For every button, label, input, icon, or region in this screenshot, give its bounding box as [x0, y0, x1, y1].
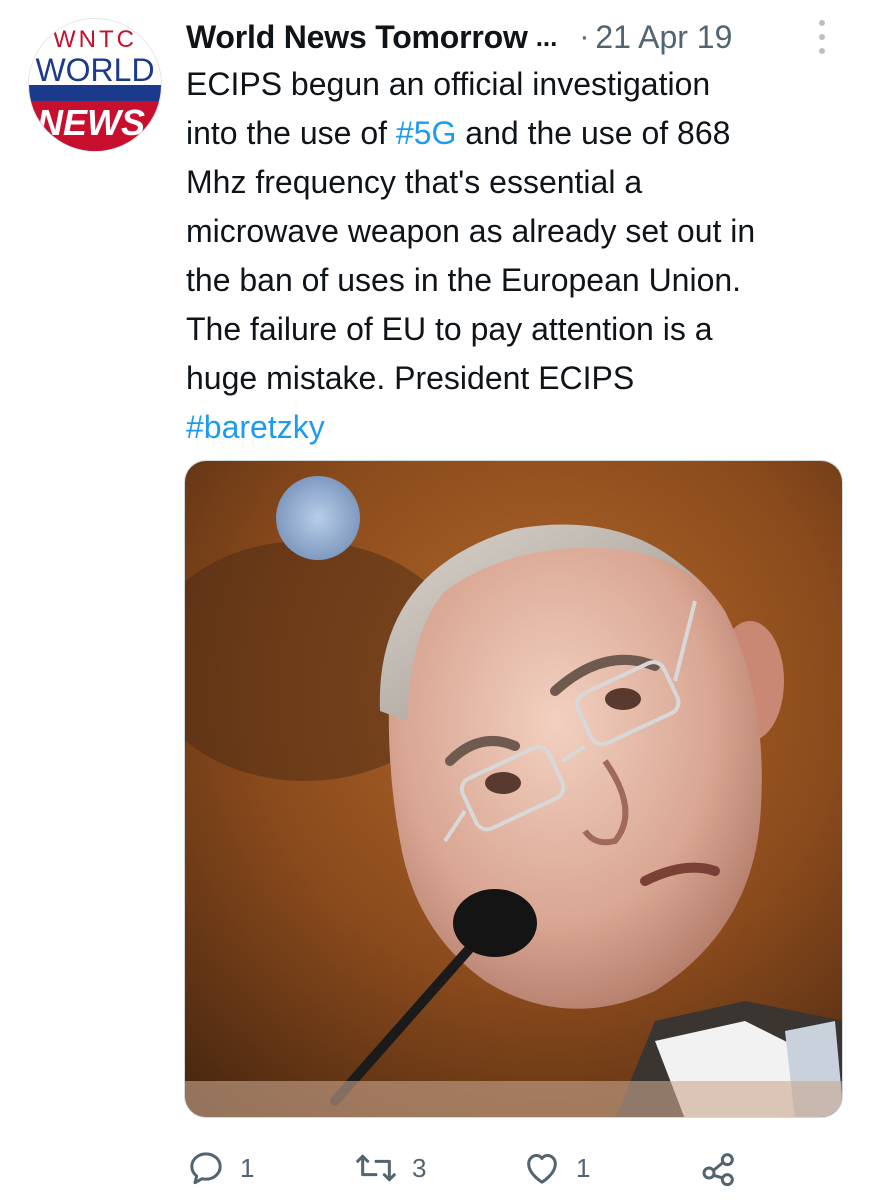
reply-button[interactable]: 1 — [186, 1146, 254, 1190]
reply-icon — [190, 1152, 222, 1185]
tweet-photo[interactable] — [184, 460, 843, 1118]
tweet-text-line: huge mistake. President ECIPS — [186, 354, 836, 403]
tweet-text-segment: ECIPS begun an official investigation — [186, 66, 711, 102]
tweet-text-segment: the ban of uses in the European Union. — [186, 262, 742, 298]
tweet-date[interactable]: 21 Apr 19 — [595, 19, 732, 56]
share-button[interactable] — [698, 1146, 740, 1190]
heart-icon — [527, 1154, 557, 1184]
hashtag-link[interactable]: #baretzky — [186, 409, 325, 445]
tweet-text-line: ECIPS begun an official investigation — [186, 60, 836, 109]
tweet-text-segment: into the use of — [186, 115, 396, 151]
tweet-text-line: Mhz frequency that's essential a — [186, 158, 836, 207]
tweet-text-segment: microwave weapon as already set out in — [186, 213, 756, 249]
tweet-text-line: into the use of #5G and the use of 868 — [186, 109, 836, 158]
more-options-icon[interactable] — [812, 20, 832, 54]
hashtag-link[interactable]: #5G — [396, 115, 456, 151]
tweet-text-line: #baretzky — [186, 403, 836, 452]
author-display-name[interactable]: World News Tomorrow — [186, 19, 528, 56]
tweet-text-segment: huge mistake. President ECIPS — [186, 360, 635, 396]
retweet-count: 3 — [412, 1152, 427, 1183]
tweet-text-segment: and the use of 868 — [456, 115, 731, 151]
header-separator: · — [579, 20, 590, 53]
share-icon — [702, 1153, 734, 1187]
avatar-top-text: WNTC — [53, 26, 137, 53]
tweet-text-line: microwave weapon as already set out in — [186, 207, 836, 256]
retweet-icon — [356, 1154, 396, 1182]
retweet-button[interactable]: 3 — [354, 1146, 426, 1190]
reply-count: 1 — [240, 1152, 255, 1183]
photo-man-speaking-microphone — [185, 461, 842, 1117]
like-count: 1 — [576, 1152, 591, 1183]
avatar-bottom-text: NEWS — [37, 102, 145, 143]
wntc-logo-icon: WNTC WORLD NEWS — [29, 19, 161, 151]
tweet-text-line: the ban of uses in the European Union. — [186, 256, 836, 305]
tweet-text-segment: The failure of EU to pay attention is a — [186, 311, 713, 347]
name-truncation: ... — [535, 21, 558, 52]
tweet-text-segment: Mhz frequency that's essential a — [186, 164, 643, 200]
like-button[interactable]: 1 — [522, 1146, 590, 1190]
author-avatar[interactable]: WNTC WORLD NEWS — [28, 18, 162, 152]
tweet-action-bar: 1 3 1 — [186, 1146, 786, 1190]
tweet-text-line: The failure of EU to pay attention is a — [186, 305, 836, 354]
avatar-middle-text: WORLD — [35, 52, 154, 88]
tweet-header: World News Tomorrow ... · 21 Apr 19 — [186, 14, 832, 60]
tweet-text: ECIPS begun an official investigation int… — [186, 60, 836, 452]
